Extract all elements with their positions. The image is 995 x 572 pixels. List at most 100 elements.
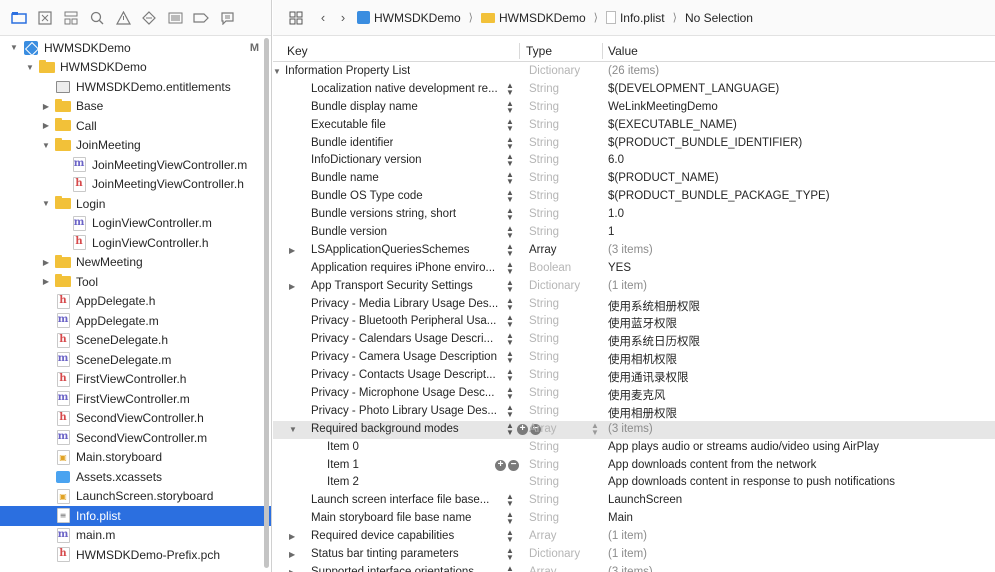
disclosure-closed-icon[interactable]: ▶ [40, 102, 52, 111]
navigator-item[interactable]: ▶ Base [0, 97, 271, 117]
plist-key[interactable]: Privacy - Photo Library Usage Des... [311, 405, 497, 417]
plist-row[interactable]: Localization native development re... ▲ ▼ S… [273, 81, 995, 99]
disclosure-open-icon[interactable]: ▼ [273, 67, 281, 76]
plist-key[interactable]: InfoDictionary version [311, 154, 422, 166]
plist-row[interactable]: Privacy - Calendars Usage Descri... ▲ ▼ Str… [273, 331, 995, 349]
plist-value[interactable]: (3 items) [608, 423, 653, 435]
plist-row[interactable]: Privacy - Camera Usage Description ▲ ▼ Stri… [273, 349, 995, 367]
plist-type[interactable]: String [529, 441, 559, 453]
plist-key[interactable]: Launch screen interface file base... [311, 494, 489, 506]
plist-key[interactable]: Bundle identifier [311, 137, 393, 149]
plist-type[interactable]: String [529, 83, 559, 95]
plist-row[interactable]: Bundle name ▲ ▼ String $(PRODUCT_NAME) [273, 170, 995, 188]
key-stepper-icon[interactable]: ▲▼ [505, 403, 515, 418]
source-control-icon[interactable] [32, 7, 58, 29]
navigator-item[interactable]: ▶hAppDelegate.h [0, 292, 271, 312]
plist-type[interactable]: String [529, 101, 559, 113]
disclosure-closed-icon[interactable]: ▶ [289, 532, 295, 541]
navigator-item[interactable]: ▶mSceneDelegate.m [0, 350, 271, 370]
plist-row[interactable]: Bundle version ▲ ▼ String 1 [273, 224, 995, 242]
plist-row[interactable]: Application requires iPhone enviro... ▲ ▼ B… [273, 260, 995, 278]
plist-key[interactable]: Bundle display name [311, 101, 418, 113]
key-stepper-icon[interactable]: ▲▼ [505, 189, 515, 204]
forward-arrow-icon[interactable]: › [337, 10, 349, 25]
key-stepper-icon[interactable]: ▲▼ [505, 493, 515, 508]
plist-value[interactable]: (1 item) [608, 280, 647, 292]
disclosure-closed-icon[interactable]: ▶ [40, 258, 52, 267]
related-items-icon[interactable] [283, 7, 309, 29]
key-stepper-icon[interactable]: ▲▼ [505, 278, 515, 293]
plist-key[interactable]: Privacy - Media Library Usage Des... [311, 298, 498, 310]
plist-row[interactable]: Item 2 String App downloads content in res… [273, 474, 995, 492]
plist-type[interactable]: Array [529, 566, 556, 572]
plist-key[interactable]: App Transport Security Settings [311, 280, 473, 292]
plist-value[interactable]: WeLinkMeetingDemo [608, 101, 718, 113]
plist-key[interactable]: Required device capabilities [311, 530, 454, 542]
plist-row[interactable]: Executable file ▲ ▼ String $(EXECUTABLE_NAME… [273, 117, 995, 135]
disclosure-closed-icon[interactable]: ▶ [289, 282, 295, 291]
key-stepper-icon[interactable]: ▲▼ [505, 225, 515, 240]
column-divider[interactable] [602, 43, 603, 59]
plist-value[interactable]: 1.0 [608, 208, 624, 220]
disclosure-closed-icon[interactable]: ▶ [40, 121, 52, 130]
column-divider[interactable] [519, 43, 520, 59]
plist-type[interactable]: Boolean [529, 262, 571, 274]
navigator-item[interactable]: ▶mLoginViewController.m [0, 214, 271, 234]
plist-row[interactable]: Bundle display name ▲ ▼ String WeLinkMeeting… [273, 99, 995, 117]
navigator-item[interactable]: ▶ Call [0, 116, 271, 136]
key-stepper-icon[interactable]: ▲▼ [505, 314, 515, 329]
key-stepper-icon[interactable]: ▲▼ [505, 421, 515, 436]
plist-value[interactable]: App downloads content from the network [608, 459, 816, 471]
plist-value[interactable]: Main [608, 512, 633, 524]
key-stepper-icon[interactable]: ▲▼ [505, 350, 515, 365]
debug-icon[interactable] [162, 7, 188, 29]
plist-key[interactable]: Bundle versions string, short [311, 208, 456, 220]
navigator-scrollbar[interactable] [264, 38, 269, 568]
navigator-item[interactable]: ▶mFirstViewController.m [0, 389, 271, 409]
plist-key[interactable]: Bundle version [311, 226, 387, 238]
plist-type[interactable]: String [529, 208, 559, 220]
key-stepper-icon[interactable]: ▲▼ [505, 135, 515, 150]
plist-value[interactable]: (1 item) [608, 530, 647, 542]
plist-type[interactable]: Array [529, 530, 556, 542]
plist-type[interactable]: Dictionary [529, 548, 580, 560]
plist-value[interactable]: 6.0 [608, 154, 624, 166]
plist-value[interactable]: 使用系统相册权限 [608, 298, 700, 314]
key-stepper-icon[interactable]: ▲▼ [505, 171, 515, 186]
plist-key[interactable]: Bundle name [311, 172, 379, 184]
plist-value[interactable]: 使用系统日历权限 [608, 333, 700, 349]
column-header-value[interactable]: Value [608, 44, 638, 58]
plist-row[interactable]: Privacy - Photo Library Usage Des... ▲ ▼ St… [273, 403, 995, 421]
plist-type[interactable]: String [529, 459, 559, 471]
plist-value[interactable]: $(DEVELOPMENT_LANGUAGE) [608, 83, 779, 95]
plist-type[interactable]: String [529, 315, 559, 327]
plist-key[interactable]: Privacy - Contacts Usage Descript... [311, 369, 496, 381]
navigator-item[interactable]: ▶ NewMeeting [0, 253, 271, 273]
add-item-icon[interactable]: + [495, 459, 506, 471]
navigator-item[interactable]: ▶hSecondViewController.h [0, 409, 271, 429]
plist-type[interactable]: String [529, 298, 559, 310]
plist-row[interactable]: Privacy - Contacts Usage Descript... ▲ ▼ St… [273, 367, 995, 385]
plist-type[interactable]: String [529, 137, 559, 149]
plist-value[interactable]: 使用相机权限 [608, 351, 677, 367]
plist-type[interactable]: String [529, 405, 559, 417]
navigator-item[interactable]: ▶▣Main.storyboard [0, 448, 271, 468]
breadcrumb-file[interactable]: Info.plist [605, 11, 665, 25]
plist-key[interactable]: Status bar tinting parameters [311, 548, 459, 560]
plist-key[interactable]: Application requires iPhone enviro... [311, 262, 495, 274]
plist-row[interactable]: Privacy - Bluetooth Peripheral Usa... ▲ ▼ S… [273, 313, 995, 331]
plist-type[interactable]: String [529, 119, 559, 131]
plist-key[interactable]: Privacy - Bluetooth Peripheral Usa... [311, 315, 496, 327]
key-stepper-icon[interactable]: ▲▼ [505, 99, 515, 114]
plist-row[interactable]: InfoDictionary version ▲ ▼ String 6.0 [273, 152, 995, 170]
plist-type[interactable]: Array [529, 244, 556, 256]
navigator-item[interactable]: ▼ Login [0, 194, 271, 214]
plist-type[interactable]: String [529, 512, 559, 524]
key-stepper-icon[interactable]: ▲▼ [505, 529, 515, 544]
plist-value[interactable]: 使用蓝牙权限 [608, 315, 677, 331]
report-icon[interactable] [214, 7, 240, 29]
column-header-type[interactable]: Type [526, 44, 552, 58]
key-stepper-icon[interactable]: ▲▼ [505, 296, 515, 311]
disclosure-open-icon[interactable]: ▼ [289, 425, 297, 434]
plist-key[interactable]: Bundle OS Type code [311, 190, 423, 202]
